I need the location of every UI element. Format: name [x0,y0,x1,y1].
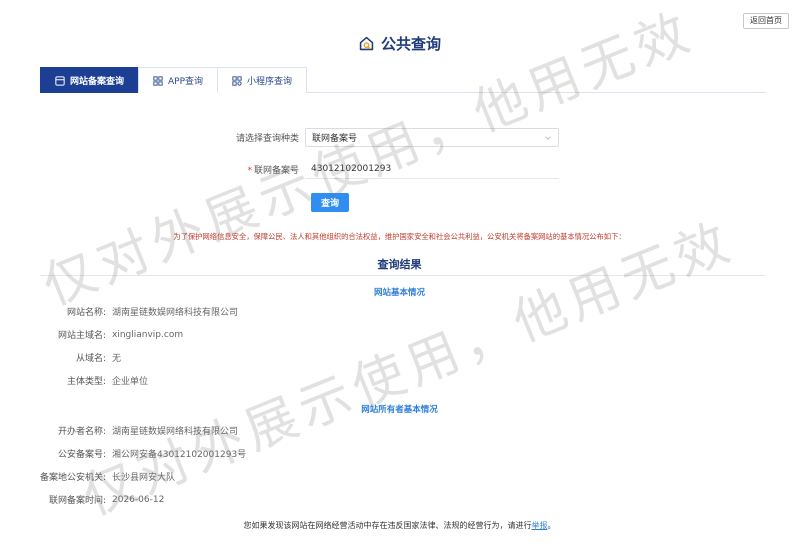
info-value: 2026-06-12 [112,494,165,505]
info-value: 长沙县网安大队 [112,473,176,483]
tab-app-query[interactable]: APP查询 [138,67,219,93]
info-row-police-record: 公安备案号: 湘公网安备43012102001293号 [0,447,799,460]
info-label: 公安备案号: [57,450,106,460]
page-title-text: 公共查询 [380,35,441,53]
query-button[interactable]: 查询 [311,193,349,212]
info-row-record-date: 联网备案时间: 2026-06-12 [0,493,799,507]
record-number-row: * 联网备案号 [0,160,799,179]
result-divider [40,275,766,276]
footer-report: 您如果发现该网站在网络经营活动中存在违反国家法律、法规的经营行为，请进行举报。 [0,520,799,531]
tab-mini-program-query[interactable]: 小程序查询 [217,67,308,93]
info-value: 企业单位 [112,377,149,387]
owner-info-section-title: 网站所有者基本情况 [361,405,438,415]
record-number-input[interactable] [305,160,559,179]
tab-label: 网站备案查询 [70,77,125,87]
info-label: 开办者名称: [57,427,106,437]
info-row-main-domain: 网站主域名: xinglianvip.com [0,328,799,342]
chevron-down-icon [545,135,551,140]
record-number-label: * 联网备案号 [0,163,305,176]
house-search-icon [359,36,374,51]
site-info-section-title: 网站基本情况 [373,288,425,298]
app-grid-icon [153,75,163,86]
notice-text: 为了保护网络信息安全，保障公民、法人和其他组织的合法权益，维护国家安全和社会公共… [173,232,626,241]
page-title: 公共查询 [0,33,799,54]
info-value: 湘公网安备43012102001293号 [112,450,247,460]
info-row-entity-type: 主体类型: 企业单位 [0,374,799,387]
tab-label: APP查询 [168,77,204,87]
info-label: 备案地公安机关: [39,473,106,483]
info-value: 湖南星链数娱网络科技有限公司 [112,308,239,318]
info-value: 湖南星链数娱网络科技有限公司 [112,427,239,437]
query-type-value: 联网备案号 [312,134,358,144]
info-label: 从域名: [75,354,106,364]
query-type-select[interactable]: 联网备案号 [305,128,559,147]
info-row-sub-domain: 从域名: 无 [0,351,799,364]
info-row-site-name: 网站名称: 湖南星链数娱网络科技有限公司 [0,305,799,318]
back-home-button[interactable]: 返回首页 [743,13,789,29]
info-row-owner-name: 开办者名称: 湖南星链数娱网络科技有限公司 [0,424,799,437]
footer-text: 您如果发现该网站在网络经营活动中存在违反国家法律、法规的经营行为，请进行 [243,521,532,530]
result-title: 查询结果 [377,258,422,271]
info-label: 联网备案时间: [48,496,106,506]
info-label: 网站主域名: [57,331,106,341]
tab-label: 小程序查询 [247,77,293,87]
mini-program-icon [232,75,242,86]
info-value: 无 [112,354,122,364]
query-tabs: 网站备案查询 APP查询 小程序查询 [40,67,766,93]
report-link[interactable]: 举报 [532,521,548,530]
info-label: 网站名称: [66,308,106,318]
record-number-label-text: 联网备案号 [253,166,299,176]
query-type-row: 请选择查询种类 联网备案号 [0,128,799,147]
query-type-label: 请选择查询种类 [235,134,299,144]
tab-website-record[interactable]: 网站备案查询 [40,67,140,93]
info-label: 主体类型: [66,377,106,387]
info-value: xinglianvip.com [112,329,184,340]
required-mark: * [247,166,252,176]
footer-end: 。 [547,521,556,530]
info-row-police-office: 备案地公安机关: 长沙县网安大队 [0,470,799,483]
globe-icon [55,75,65,86]
